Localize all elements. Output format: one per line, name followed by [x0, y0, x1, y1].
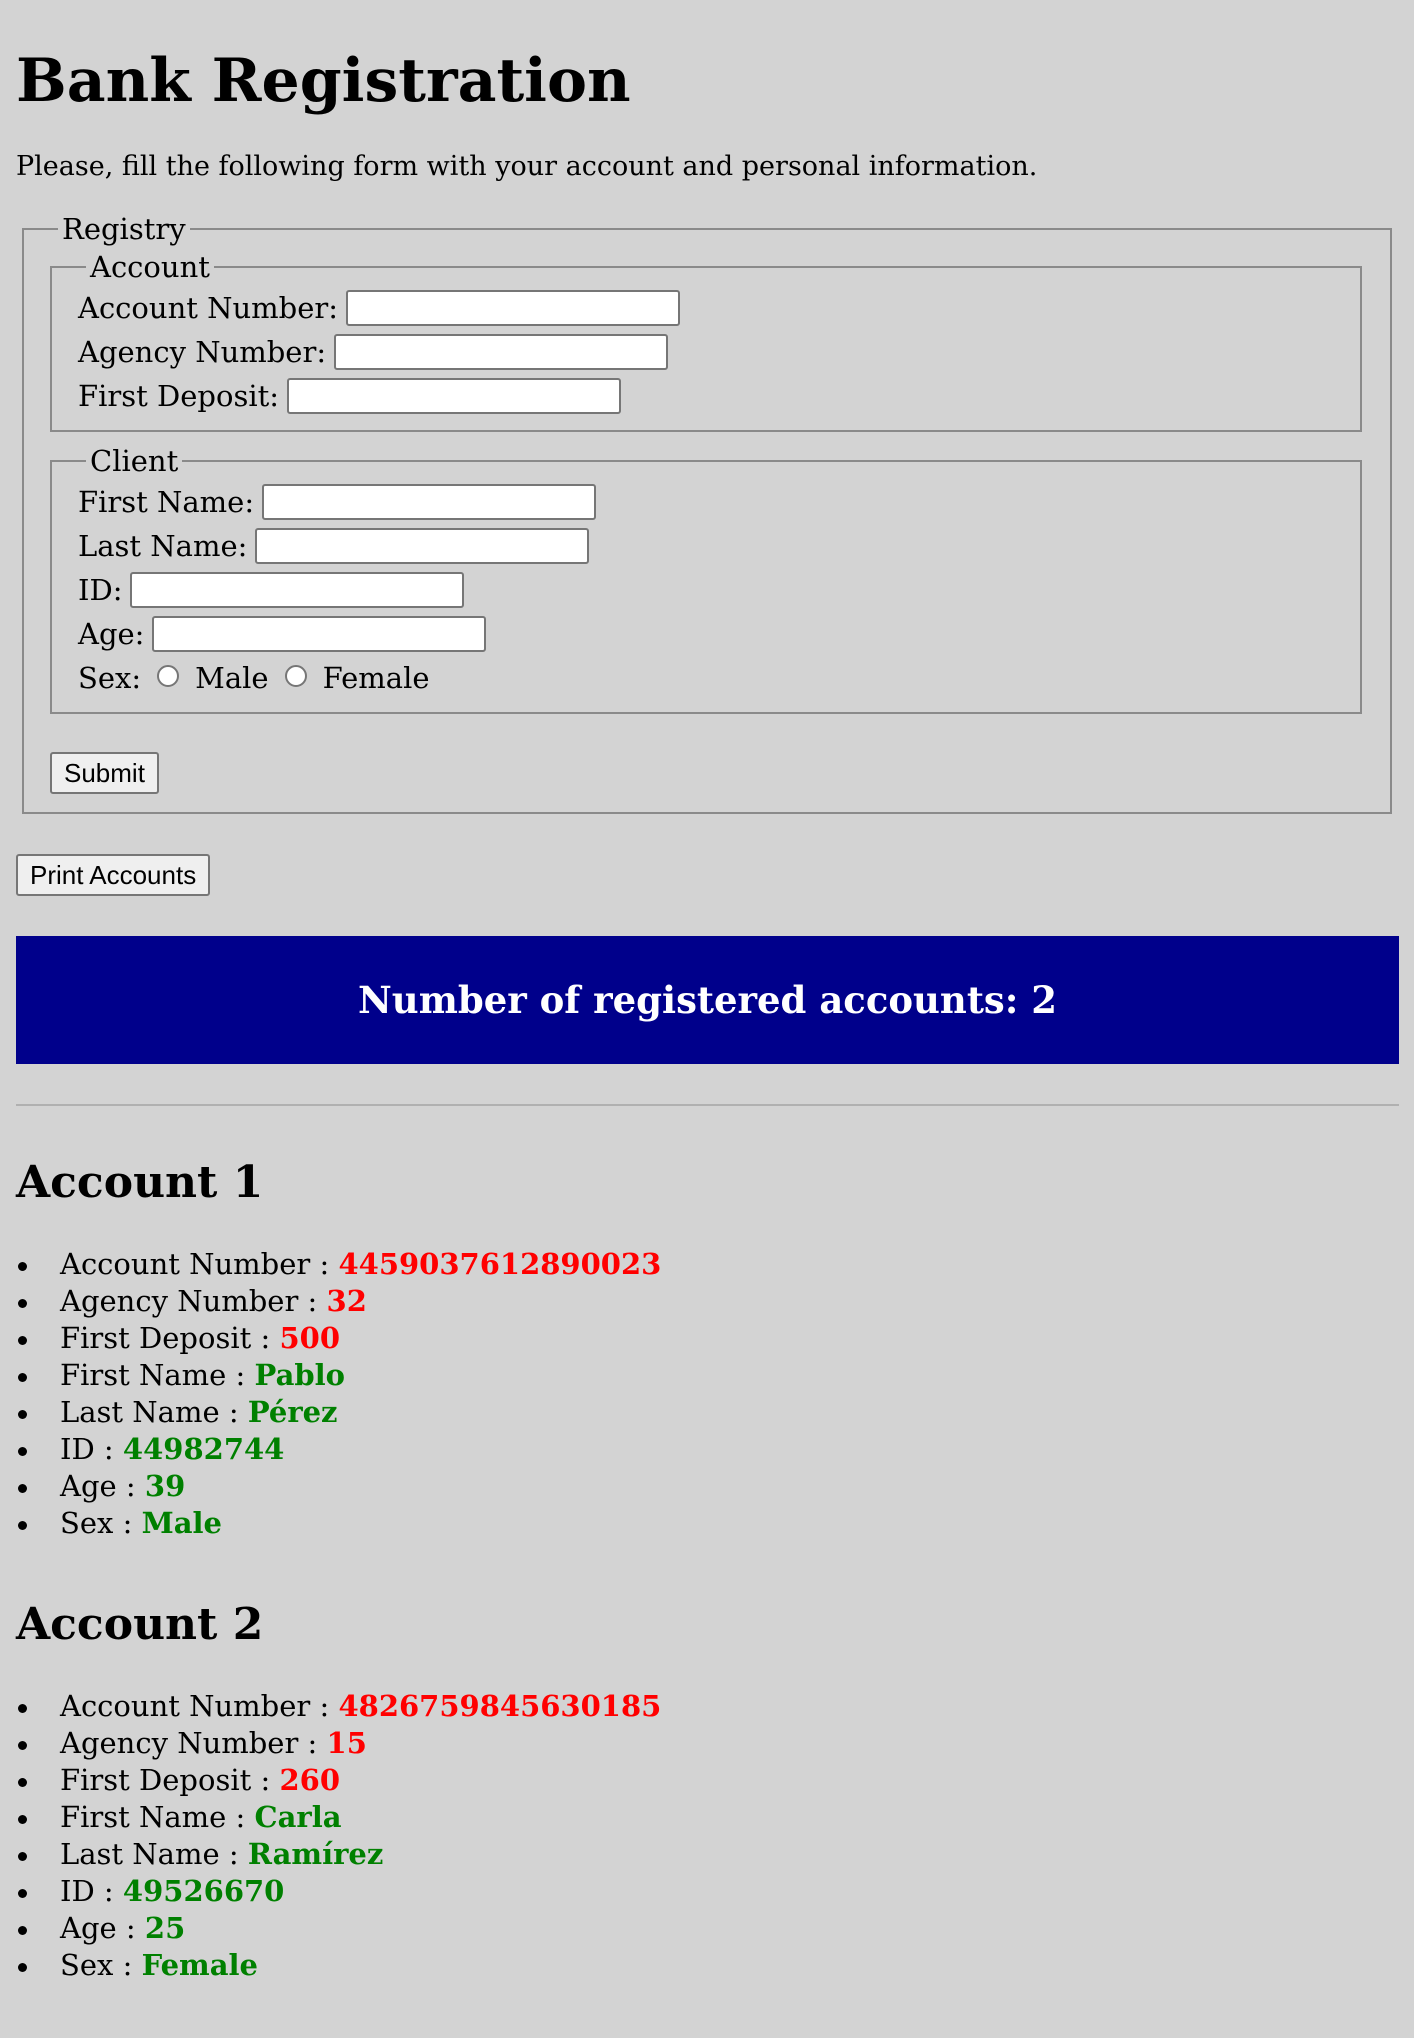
- account-details: Account Number : 4826759845630185 Agency…: [16, 1688, 1398, 1984]
- detail-label: ID :: [60, 1432, 114, 1466]
- detail-item: Age : 39: [16, 1468, 1398, 1505]
- detail-item: First Deposit : 260: [16, 1762, 1398, 1799]
- detail-label: Age :: [60, 1911, 136, 1945]
- accounts-list: Account 1 Account Number : 4459037612890…: [16, 1156, 1398, 1984]
- detail-label: Agency Number :: [60, 1726, 318, 1760]
- submit-button[interactable]: Submit: [50, 752, 159, 794]
- detail-value: 4826759845630185: [338, 1689, 662, 1723]
- detail-value: 15: [326, 1726, 367, 1760]
- first-name-label: First Name:: [78, 485, 255, 519]
- page: Bank Registration Please, fill the follo…: [0, 0, 1414, 1984]
- detail-value: 49526670: [122, 1874, 285, 1908]
- first-name-input[interactable]: [262, 484, 597, 520]
- detail-label: Last Name :: [60, 1395, 239, 1429]
- submit-wrap: Submit: [50, 752, 1362, 794]
- detail-label: Age :: [60, 1469, 136, 1503]
- detail-item: First Name : Carla: [16, 1799, 1398, 1836]
- sex-row: Sex: Male Female: [78, 656, 1340, 700]
- detail-item: Last Name : Pérez: [16, 1394, 1398, 1431]
- registered-count-banner: Number of registered accounts: 2: [16, 936, 1399, 1064]
- print-wrap: Print Accounts: [16, 854, 1398, 896]
- account-legend: Account: [90, 250, 210, 284]
- last-name-input[interactable]: [255, 528, 590, 564]
- detail-item: Agency Number : 15: [16, 1725, 1398, 1762]
- account-number-label: Account Number:: [78, 291, 339, 325]
- client-legend: Client: [90, 444, 179, 478]
- detail-item: ID : 44982744: [16, 1431, 1398, 1468]
- detail-item: Sex : Male: [16, 1505, 1398, 1542]
- detail-label: Account Number :: [60, 1689, 330, 1723]
- first-name-row: First Name:: [78, 480, 1340, 524]
- detail-value: Pablo: [254, 1358, 346, 1392]
- detail-label: Account Number :: [60, 1247, 330, 1281]
- detail-value: 500: [279, 1321, 341, 1355]
- detail-label: First Name :: [60, 1358, 246, 1392]
- account-heading: Account 1: [16, 1157, 264, 1208]
- female-label: Female: [322, 661, 430, 695]
- age-row: Age:: [78, 612, 1340, 656]
- detail-label: Sex :: [60, 1506, 133, 1540]
- first-deposit-row: First Deposit:: [78, 374, 1340, 418]
- male-label: Male: [195, 661, 269, 695]
- detail-item: First Name : Pablo: [16, 1357, 1398, 1394]
- registry-legend: Registry: [62, 212, 186, 246]
- detail-value: 4459037612890023: [338, 1247, 662, 1281]
- detail-label: First Name :: [60, 1800, 246, 1834]
- detail-value: Carla: [254, 1800, 342, 1834]
- detail-value: 39: [144, 1469, 186, 1503]
- detail-label: Last Name :: [60, 1837, 239, 1871]
- detail-label: ID :: [60, 1874, 114, 1908]
- account-fieldset: Account Account Number: Agency Number: F…: [50, 250, 1362, 432]
- detail-label: First Deposit :: [60, 1321, 271, 1355]
- age-input[interactable]: [152, 616, 487, 652]
- detail-item: Agency Number : 32: [16, 1283, 1398, 1320]
- agency-number-input[interactable]: [334, 334, 669, 370]
- detail-item: Age : 25: [16, 1910, 1398, 1947]
- account-number-input[interactable]: [346, 290, 681, 326]
- id-input[interactable]: [130, 572, 465, 608]
- detail-value: Pérez: [247, 1395, 338, 1429]
- detail-value: 25: [144, 1911, 186, 1945]
- detail-value: Female: [141, 1948, 258, 1982]
- female-radio[interactable]: [284, 665, 307, 687]
- detail-label: Agency Number :: [60, 1284, 318, 1318]
- detail-item: Account Number : 4459037612890023: [16, 1246, 1398, 1283]
- detail-value: 32: [326, 1284, 367, 1318]
- detail-label: First Deposit :: [60, 1763, 271, 1797]
- print-accounts-button[interactable]: Print Accounts: [16, 854, 211, 896]
- intro-text: Please, fill the following form with you…: [16, 151, 1038, 182]
- detail-value: Male: [141, 1506, 222, 1540]
- detail-item: Account Number : 4826759845630185: [16, 1688, 1398, 1725]
- last-name-label: Last Name:: [78, 529, 248, 563]
- client-fieldset: Client First Name: Last Name: ID: Age: S…: [50, 444, 1362, 714]
- account-heading: Account 2: [16, 1599, 264, 1650]
- detail-value: 44982744: [122, 1432, 285, 1466]
- detail-item: First Deposit : 500: [16, 1320, 1398, 1357]
- account-number-row: Account Number:: [78, 286, 1340, 330]
- detail-item: Sex : Female: [16, 1947, 1398, 1984]
- page-title: Bank Registration: [16, 46, 631, 116]
- detail-item: Last Name : Ramírez: [16, 1836, 1398, 1873]
- id-label: ID:: [78, 573, 123, 607]
- detail-label: Sex :: [60, 1948, 133, 1982]
- agency-number-row: Agency Number:: [78, 330, 1340, 374]
- divider: [16, 1104, 1399, 1106]
- detail-value: 260: [279, 1763, 341, 1797]
- first-deposit-input[interactable]: [287, 378, 622, 414]
- age-label: Age:: [78, 617, 145, 651]
- detail-value: Ramírez: [247, 1837, 384, 1871]
- last-name-row: Last Name:: [78, 524, 1340, 568]
- agency-number-label: Agency Number:: [78, 335, 327, 369]
- sex-label: Sex:: [78, 661, 142, 695]
- account-details: Account Number : 4459037612890023 Agency…: [16, 1246, 1398, 1542]
- male-radio[interactable]: [157, 665, 180, 687]
- registry-fieldset: Registry Account Account Number: Agency …: [22, 212, 1392, 814]
- detail-item: ID : 49526670: [16, 1873, 1398, 1910]
- first-deposit-label: First Deposit:: [78, 379, 280, 413]
- id-row: ID:: [78, 568, 1340, 612]
